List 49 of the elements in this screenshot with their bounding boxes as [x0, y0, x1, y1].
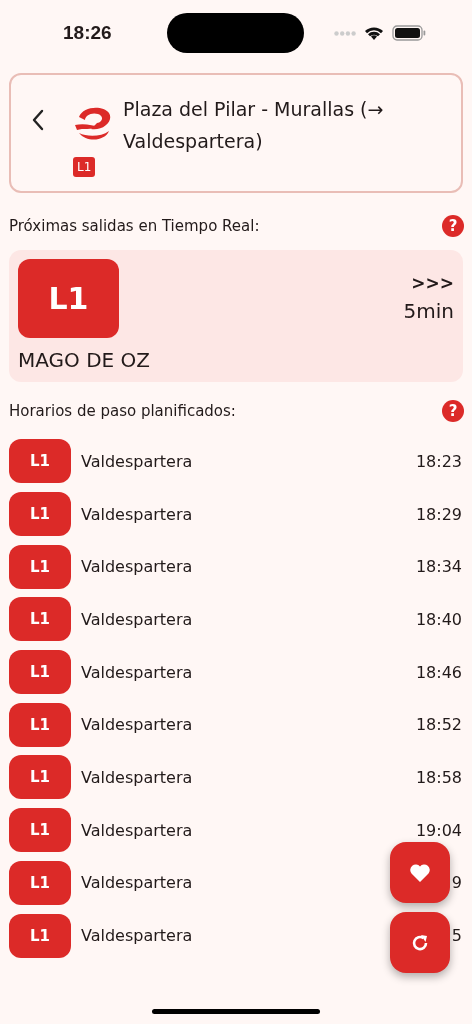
destination-label: Valdespartera [81, 820, 193, 840]
heart-icon [409, 862, 431, 883]
departure-time: 18:34 [415, 557, 462, 577]
status-time: 18:26 [63, 22, 113, 44]
signal-icon [334, 30, 356, 36]
line-badge: L1 [9, 913, 71, 958]
help-icon[interactable]: ? [442, 400, 464, 422]
departure-time: 19:04 [415, 820, 462, 840]
departure-time: 18:58 [415, 767, 462, 787]
help-icon[interactable]: ? [442, 215, 464, 237]
destination-label: Valdespartera [81, 873, 193, 893]
arrival-indicator: >>> [411, 273, 454, 293]
section-label: Horarios de paso planificados: [9, 402, 236, 420]
line-badge: L1 [9, 650, 71, 695]
line-badge: L1 [9, 860, 71, 905]
line-badge: L1 [9, 808, 71, 853]
favorite-button[interactable] [390, 842, 450, 903]
line-badge: L1 [73, 157, 96, 177]
destination-label: Valdespartera [81, 926, 193, 946]
line-badge: L1 [9, 544, 71, 589]
line-badge: L1 [18, 259, 119, 338]
line-badge: L1 [9, 439, 71, 484]
back-icon[interactable] [31, 109, 45, 131]
refresh-button[interactable] [390, 912, 450, 973]
line-badge: L1 [9, 702, 71, 747]
line-badge: L1 [9, 492, 71, 537]
wifi-icon [364, 25, 384, 41]
line-badge: L1 [9, 755, 71, 800]
battery-icon [392, 25, 426, 41]
departure-time: 18:52 [415, 715, 462, 735]
section-label: Próximas salidas en Tiempo Real: [9, 217, 260, 235]
line-badge: L1 [9, 597, 71, 642]
destination-label: Valdespartera [81, 609, 193, 629]
destination-label: Valdespartera [81, 767, 193, 787]
departure-time: 9 [451, 873, 462, 893]
eta-label: 5min [403, 299, 454, 323]
destination-label: Valdespartera [81, 504, 193, 524]
destination-label: Valdespartera [81, 715, 193, 735]
destination-label: Valdespartera [81, 451, 193, 471]
destination-label: Valdespartera [81, 662, 193, 682]
destination-label: Valdespartera [81, 557, 193, 577]
stop-title: Plaza del Pilar - Murallas (→ Valdespartera) [123, 97, 385, 154]
departure-time: 18:23 [415, 451, 462, 471]
departure-time: 5 [451, 926, 462, 946]
departure-time: 18:40 [415, 609, 462, 629]
refresh-icon [410, 932, 430, 953]
destination-label: MAGO DE OZ [18, 348, 151, 372]
departure-time: 18:46 [415, 662, 462, 682]
departure-time: 18:29 [415, 504, 462, 524]
